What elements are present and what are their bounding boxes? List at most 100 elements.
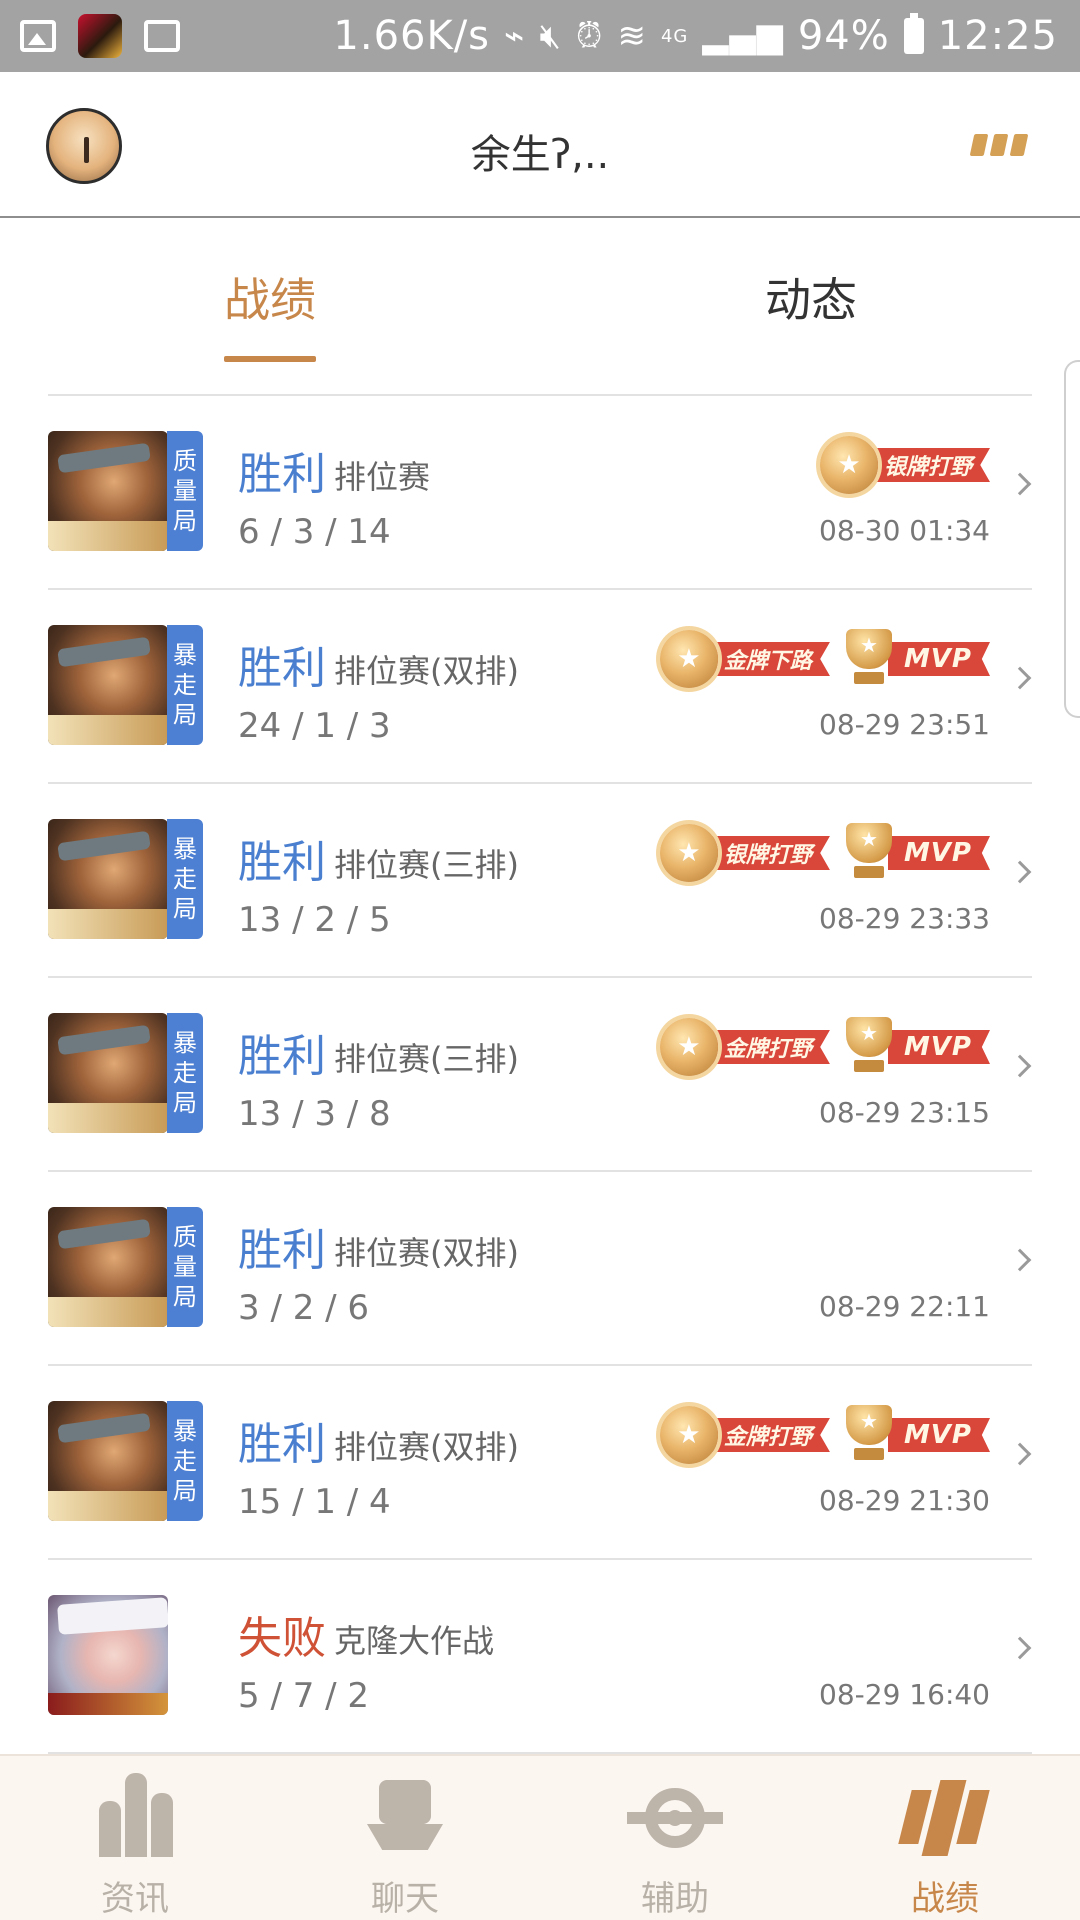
tag-char: 暴 <box>173 835 197 863</box>
mute-icon: 🔇︎ <box>539 16 562 56</box>
hero-avatar <box>48 431 168 551</box>
tab-indicator <box>224 356 316 362</box>
tag-char: 质 <box>173 1223 197 1251</box>
tag-char: 局 <box>173 1477 197 1505</box>
match-kda: 24 / 1 / 3 <box>238 706 391 746</box>
tab-moments[interactable]: 动态 <box>765 264 857 330</box>
nav-label: 资讯 <box>101 1879 169 1919</box>
match-kda: 15 / 1 / 4 <box>238 1482 391 1522</box>
medal-icon: ★ <box>659 1018 718 1076</box>
match-row[interactable]: 暴走局胜利 排位赛(双排) 24 / 1 / 3 ★ 金牌下路 ★ MVP 08-29 23:… <box>48 590 1032 784</box>
match-kda: 13 / 2 / 5 <box>238 900 391 940</box>
medal-badge: ★ 银牌打野 <box>819 436 990 494</box>
tab-records[interactable]: 战绩 <box>224 264 316 330</box>
match-mode: 排位赛(双排) <box>334 652 519 690</box>
mvp-badge: ★ MVP <box>842 1017 990 1077</box>
signal-icon: ▂▄▆ <box>702 16 784 56</box>
status-bar: 1.66K/s ⌁ 🔇︎ ⏰︎ ≋ 4G ▂▄▆ 94% 12:25 <box>0 0 1080 72</box>
match-kda: 6 / 3 / 14 <box>238 512 391 552</box>
mvp-badge: ★ MVP <box>842 823 990 883</box>
badge-label: 金牌打野 <box>707 1418 830 1452</box>
match-result: 胜利 <box>238 1031 326 1082</box>
match-row[interactable]: 质量局胜利 排位赛(双排) 3 / 2 / 6 08-29 22:11 <box>48 1172 1032 1366</box>
tab-bar: 战绩 动态 <box>0 220 1080 396</box>
tag-char: 走 <box>173 671 197 699</box>
match-mode: 排位赛(双排) <box>334 1428 519 1466</box>
tag-char: 暴 <box>173 641 197 669</box>
match-result: 胜利 <box>238 449 326 500</box>
tag-char: 走 <box>173 1447 197 1475</box>
match-quality-tag: 暴走局 <box>167 1013 203 1133</box>
chevron-right-icon <box>1008 666 1032 690</box>
match-row[interactable]: 失败 克隆大作战 5 / 7 / 2 08-29 16:40 <box>48 1560 1032 1754</box>
badge-group: ★ 金牌下路 ★ MVP <box>659 628 990 690</box>
match-time: 08-29 21:30 <box>819 1484 990 1517</box>
badge-label: MVP <box>887 1418 990 1452</box>
bottom-nav: 资讯 聊天 辅助 战绩 <box>0 1754 1080 1920</box>
match-row[interactable]: 暴走局胜利 排位赛(双排) 15 / 1 / 4 ★ 金牌打野 ★ MVP 08-29 21:… <box>48 1366 1032 1560</box>
tag-char: 走 <box>173 1059 197 1087</box>
match-result: 胜利 <box>238 1419 326 1470</box>
chevron-right-icon <box>1008 472 1032 496</box>
tag-char: 质 <box>173 447 197 475</box>
medal-icon: ★ <box>819 436 878 494</box>
match-quality-tag: 暴走局 <box>167 625 203 745</box>
match-time: 08-29 23:33 <box>819 902 990 935</box>
trophy-icon: ★ <box>842 823 896 883</box>
match-mode: 排位赛(三排) <box>334 1040 519 1078</box>
match-time: 08-29 23:51 <box>819 708 990 741</box>
trophy-icon: ★ <box>842 1017 896 1077</box>
mvp-badge: ★ MVP <box>842 1405 990 1463</box>
medal-badge: ★ 金牌打野 <box>659 1406 830 1464</box>
badge-label: 金牌打野 <box>707 1030 830 1064</box>
match-row[interactable]: 质量局胜利 排位赛 6 / 3 / 14 ★ 银牌打野 08-30 01:34 <box>48 396 1032 590</box>
badge-label: MVP <box>887 1030 990 1064</box>
match-kda: 13 / 3 / 8 <box>238 1094 391 1134</box>
chat-icon <box>357 1770 453 1865</box>
battery-percent: 94% <box>797 13 890 59</box>
tag-char: 走 <box>173 865 197 893</box>
badge-group: ★ 金牌打野 ★ MVP <box>659 1016 990 1078</box>
nav-item-news[interactable]: 资讯 <box>0 1756 270 1920</box>
app-header: 余生ʔ,.. <box>0 72 1080 218</box>
match-mode: 克隆大作战 <box>334 1622 495 1660</box>
nav-item-assist[interactable]: 辅助 <box>540 1756 810 1920</box>
nav-item-chat[interactable]: 聊天 <box>270 1756 540 1920</box>
tag-char: 量 <box>173 477 197 505</box>
badge-label: 银牌打野 <box>707 836 830 870</box>
gallery-icon <box>20 20 56 52</box>
tag-char: 暴 <box>173 1417 197 1445</box>
match-time: 08-29 22:11 <box>819 1290 990 1323</box>
tag-char: 局 <box>173 507 197 535</box>
net-speed: 1.66K/s <box>333 13 491 59</box>
match-row[interactable]: 暴走局胜利 排位赛(三排) 13 / 3 / 8 ★ 金牌打野 ★ MVP 08-29 23:… <box>48 978 1032 1172</box>
hero-avatar <box>48 1401 168 1521</box>
medal-badge: ★ 银牌打野 <box>659 824 830 882</box>
menu-icon[interactable] <box>969 134 1034 158</box>
badge-label: MVP <box>887 836 990 870</box>
signal-label: 4G <box>660 25 689 47</box>
tag-char: 局 <box>173 1089 197 1117</box>
assist-icon <box>627 1770 723 1865</box>
hero-avatar <box>48 1595 168 1715</box>
nav-item-records[interactable]: 战绩 <box>810 1756 1080 1920</box>
match-row[interactable]: 暴走局胜利 排位赛(三排) 13 / 2 / 5 ★ 银牌打野 ★ MVP 08-29 23:… <box>48 784 1032 978</box>
match-quality-tag: 暴走局 <box>167 819 203 939</box>
hero-avatar <box>48 1013 168 1133</box>
usb-icon: ⌁ <box>504 16 526 56</box>
match-mode: 排位赛(三排) <box>334 846 519 884</box>
record-icon <box>897 1770 993 1865</box>
chevron-right-icon <box>1008 860 1032 884</box>
match-result: 失败 <box>238 1613 326 1664</box>
wifi-icon: ≋ <box>617 16 647 56</box>
nav-label: 战绩 <box>911 1879 979 1919</box>
match-quality-tag: 暴走局 <box>167 1401 203 1521</box>
badge-label: 银牌打野 <box>867 448 990 482</box>
screenshot-icon <box>144 20 180 52</box>
clock: 12:25 <box>937 13 1058 59</box>
tag-char: 局 <box>173 701 197 729</box>
match-time: 08-30 01:34 <box>819 514 990 547</box>
match-quality-tag: 质量局 <box>167 431 203 551</box>
badge-group: ★ 金牌打野 ★ MVP <box>659 1404 990 1466</box>
chevron-right-icon <box>1008 1248 1032 1272</box>
